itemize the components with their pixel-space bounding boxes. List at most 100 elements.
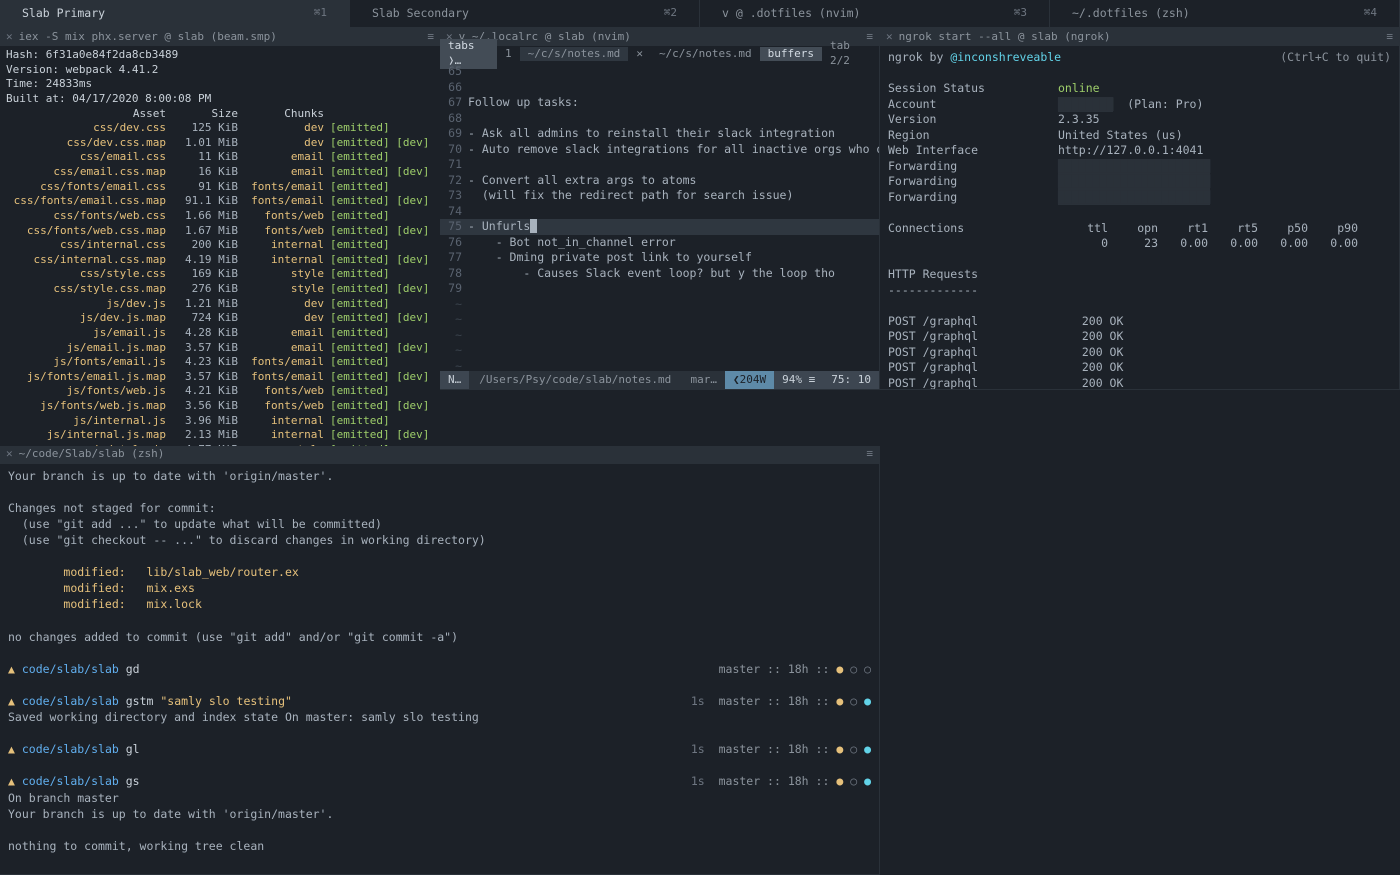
nvim-status-pct: 94% ≡ — [774, 371, 823, 389]
ngrok-output[interactable]: ngrok by @inconshreveable(Ctrl+C to quit… — [880, 46, 1399, 389]
window-tab-2[interactable]: Slab Secondary ⌘2 — [350, 0, 700, 27]
pane-ngrok: ✕ ngrok start --all @ slab (ngrok) ≡ ngr… — [880, 28, 1400, 390]
empty-line: ~ — [440, 359, 879, 371]
pane-beam: ✕ iex -S mix phx.server @ slab (beam.smp… — [0, 28, 440, 446]
nvim-buffer[interactable]: 656667Follow up tasks:6869- Ask all admi… — [440, 62, 879, 371]
git-modified-line: modified: lib/slab_web/router.ex — [8, 564, 871, 580]
tab-shortcut: ⌘3 — [1014, 6, 1027, 21]
webpack-asset-row: css/fonts/email.css91 KiBfonts/email[emi… — [6, 180, 434, 195]
webpack-asset-row: js/fonts/email.js.map3.57 KiBfonts/email… — [6, 370, 434, 385]
code-line: 65 — [440, 64, 879, 80]
nvim-statusline: N… /Users/Psy/code/slab/notes.md mar… ❮ … — [440, 371, 879, 389]
nvim-status-branch: mar… — [683, 373, 726, 388]
git-status-line: Changes not staged for commit: — [8, 500, 871, 516]
menu-icon[interactable]: ≡ — [866, 447, 873, 462]
nvim-status-pos: 75: 10 — [823, 371, 879, 389]
pane-title-text: iex -S mix phx.server @ slab (beam.smp) — [19, 30, 277, 45]
webpack-asset-row: css/dev.css125 KiBdev[emitted]dev — [6, 121, 434, 136]
webpack-cols: AssetSizeChunksChunk Names — [6, 107, 434, 122]
nvim-status-path: /Users/Psy/code/slab/notes.md — [469, 373, 681, 388]
tab-label: Slab Primary — [22, 6, 105, 22]
ngrok-status-row: Session Statusonline — [888, 81, 1391, 97]
line-number: 79 — [440, 281, 468, 297]
code-line: 67Follow up tasks: — [440, 95, 879, 111]
tab-label: ~/.dotfiles (zsh) — [1072, 6, 1190, 22]
nvim-tab-buffers[interactable]: buffers — [760, 47, 822, 62]
code-line: 70- Auto remove slack integrations for a… — [440, 142, 879, 158]
line-number: 68 — [440, 111, 468, 127]
tab-label: v @ .dotfiles (nvim) — [722, 6, 860, 22]
ngrok-status-row: Forwarding██████████████████████ — [888, 190, 1391, 206]
empty-line: ~ — [440, 328, 879, 344]
zsh-output[interactable]: Your branch is up to date with 'origin/m… — [0, 464, 879, 874]
line-number: 66 — [440, 80, 468, 96]
code-line: 73 (will fix the redirect path for searc… — [440, 188, 879, 204]
ngrok-conn-values: 0230.000.000.000.00 — [888, 236, 1391, 252]
code-line: 74 — [440, 204, 879, 220]
nvim-mode: N… — [440, 371, 469, 389]
git-status-line: Your branch is up to date with 'origin/m… — [8, 468, 871, 484]
ngrok-request: POST /graphql 200 OK — [888, 314, 1391, 330]
menu-icon[interactable]: ≡ — [1386, 30, 1393, 45]
ngrok-request: POST /graphql 200 OK — [888, 345, 1391, 361]
close-icon[interactable]: ✕ — [6, 30, 13, 45]
webpack-asset-row: css/internal.css200 KiBinternal[emitted]… — [6, 238, 434, 253]
webpack-header: Time: 24833ms — [6, 77, 434, 92]
nvim-tabline: tabs ❭… 1 ~/c/s/notes.md ✕ ~/c/s/notes.m… — [440, 46, 879, 62]
webpack-header: Hash: 6f31a0e84f2da8cb3489 — [6, 48, 434, 63]
webpack-asset-row: js/fonts/web.js.map3.56 KiBfonts/web[emi… — [6, 399, 434, 414]
webpack-asset-row: css/internal.css.map4.19 MiBinternal[emi… — [6, 253, 434, 268]
window-tab-1[interactable]: Slab Primary ⌘1 — [0, 0, 350, 27]
ngrok-header: ngrok by @inconshreveable(Ctrl+C to quit… — [888, 50, 1391, 66]
git-status-line — [8, 613, 871, 629]
line-number: 65 — [440, 64, 468, 80]
webpack-asset-row: css/fonts/web.css.map1.67 MiBfonts/web[e… — [6, 224, 434, 239]
code-line: 75- Unfurls — [440, 219, 879, 235]
webpack-asset-row: css/email.css11 KiBemail[emitted]email — [6, 150, 434, 165]
shell-prompt: ▲ code/slab/slab gl1s master :: 18h :: ●… — [8, 741, 871, 757]
line-number: 74 — [440, 204, 468, 220]
ngrok-status-row: Account████████ (Plan: Pro) — [888, 97, 1391, 113]
nvim-status-wc: ❮ 204W — [725, 371, 774, 389]
pane-title-text: ~/code/Slab/slab (zsh) — [19, 447, 165, 462]
line-number: 72 — [440, 173, 468, 189]
shell-prompt: ▲ code/slab/slab gdmaster :: 18h :: ● ○ … — [8, 661, 871, 677]
code-line: 72- Convert all extra args to atoms — [440, 173, 879, 189]
close-icon[interactable]: ✕ — [6, 447, 13, 462]
close-icon[interactable]: ✕ — [886, 30, 893, 45]
line-number: 69 — [440, 126, 468, 142]
shell-output: Your branch is up to date with 'origin/m… — [8, 806, 871, 822]
line-number: 70 — [440, 142, 468, 158]
git-modified-line: modified: mix.exs — [8, 580, 871, 596]
shell-output — [8, 822, 871, 838]
webpack-asset-row: js/internal.js3.96 MiBinternal[emitted]i… — [6, 414, 434, 429]
webpack-asset-row: js/fonts/web.js4.21 KiBfonts/web[emitted… — [6, 384, 434, 399]
nvim-tab-close[interactable]: ✕ — [628, 47, 651, 62]
pane-title-nvim: ✕ v ~/.localrc @ slab (nvim) ≡ — [440, 28, 879, 46]
menu-icon[interactable]: ≡ — [427, 30, 434, 45]
ngrok-status-row: RegionUnited States (us) — [888, 128, 1391, 144]
line-number: 73 — [440, 188, 468, 204]
ngrok-request: POST /graphql 200 OK — [888, 376, 1391, 389]
git-status-line — [8, 548, 871, 564]
code-line: 68 — [440, 111, 879, 127]
window-tab-3[interactable]: v @ .dotfiles (nvim) ⌘3 — [700, 0, 1050, 27]
empty-line: ~ — [440, 297, 879, 313]
webpack-asset-row: js/dev.js1.21 MiBdev[emitted]dev — [6, 297, 434, 312]
window-tab-4[interactable]: ~/.dotfiles (zsh) ⌘4 — [1050, 0, 1400, 27]
ngrok-http-title: HTTP Requests — [888, 267, 1391, 283]
code-line: 69- Ask all admins to reinstall their sl… — [440, 126, 879, 142]
line-number: 76 — [440, 235, 468, 251]
webpack-asset-row: js/fonts/email.js4.23 KiBfonts/email[emi… — [6, 355, 434, 370]
beam-output[interactable]: Hash: 6f31a0e84f2da8cb3489Version: webpa… — [0, 46, 440, 446]
pane-zsh: ✕ ~/code/Slab/slab (zsh) ≡ Your branch i… — [0, 446, 880, 875]
ngrok-request: POST /graphql 200 OK — [888, 329, 1391, 345]
pane-title-ngrok: ✕ ngrok start --all @ slab (ngrok) ≡ — [880, 28, 1399, 46]
tab-shortcut: ⌘1 — [314, 6, 327, 21]
pane-title-text: ngrok start --all @ slab (ngrok) — [899, 30, 1111, 45]
nvim-tab-file2[interactable]: ~/c/s/notes.md — [651, 47, 760, 62]
webpack-asset-row: js/email.js4.28 KiBemail[emitted]email — [6, 326, 434, 341]
nvim-tab-file[interactable]: ~/c/s/notes.md — [520, 47, 629, 62]
line-number: 75 — [440, 219, 468, 235]
tab-shortcut: ⌘2 — [664, 6, 677, 21]
